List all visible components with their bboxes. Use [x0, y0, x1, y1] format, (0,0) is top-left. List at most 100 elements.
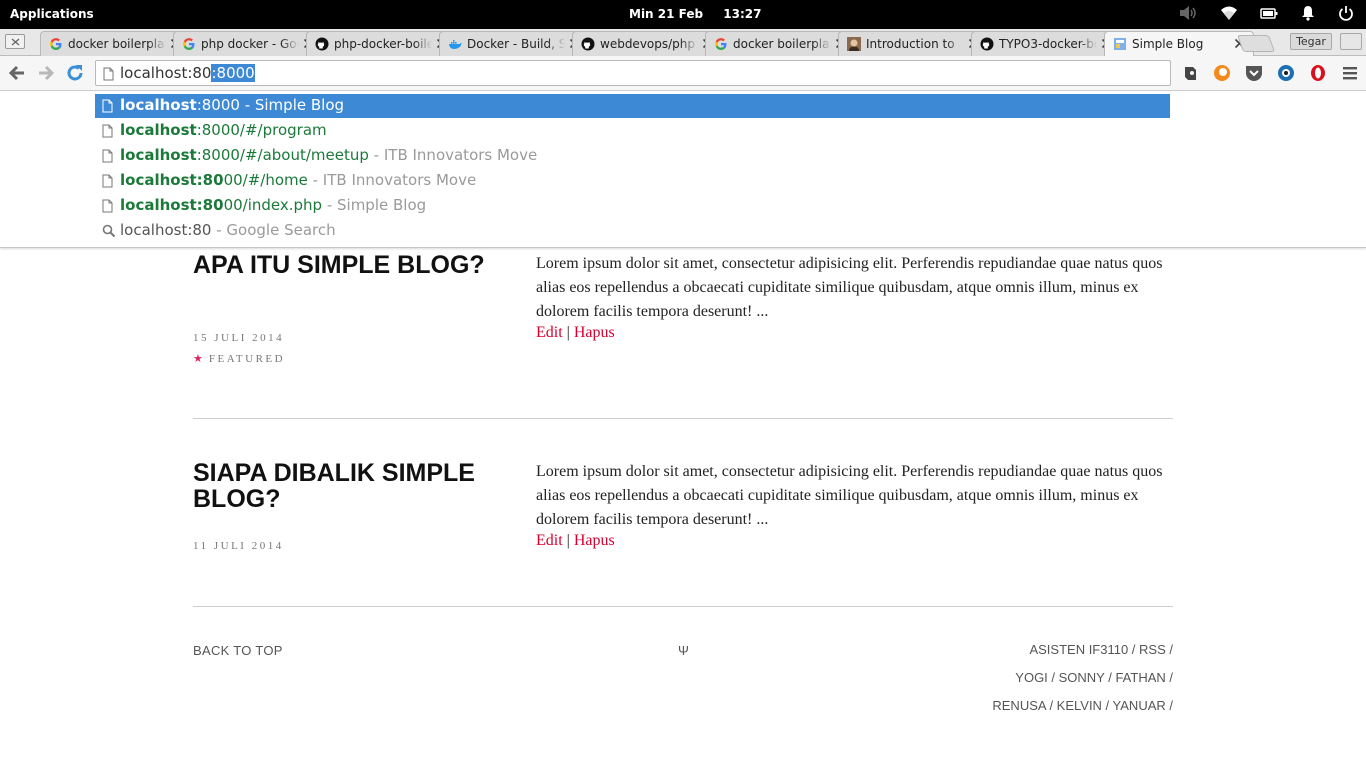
action-separator: | [566, 532, 570, 549]
clock-date: Min 21 Feb [629, 7, 704, 21]
suggestion-description: - ITB Innovators Move [368, 146, 538, 164]
suggestion-description: - Simple Blog [322, 196, 427, 214]
clock-time: 13:27 [723, 7, 762, 21]
new-tab-button[interactable] [1236, 35, 1276, 52]
suggestion-query: localhost:80 [120, 221, 212, 239]
tab-title: docker boilerplate [68, 37, 166, 51]
suggestion-url-match: localhost:80 [120, 196, 224, 214]
tab-title: docker boilerplate [733, 37, 831, 51]
address-typed: localhost:80 [120, 64, 212, 82]
browser-toolbar: localhost:80:8000 [0, 56, 1366, 91]
delete-link[interactable]: Hapus [574, 324, 615, 341]
back-arrow-icon [8, 65, 24, 81]
suggestion-item[interactable]: localhost:8000/#/home - ITB Innovators M… [95, 169, 1170, 193]
battery-icon[interactable] [1260, 5, 1278, 21]
opera-extension-icon[interactable] [1308, 63, 1328, 83]
post-date: 15 JULI 2014 [193, 332, 285, 344]
tab[interactable]: webdevops/php [572, 31, 722, 56]
suggestion-description: - Simple Blog [239, 96, 345, 114]
search-icon [102, 224, 116, 238]
page-icon [103, 67, 114, 81]
suggestion-text: localhost:80 - Google Search [120, 221, 336, 239]
eye-extension-icon[interactable] [1276, 63, 1296, 83]
divider [193, 606, 1173, 607]
page-icon [102, 199, 113, 213]
page-icon [102, 174, 113, 188]
tab-title: php docker - Google [201, 37, 299, 51]
action-separator: | [566, 324, 570, 341]
evernote-extension-icon[interactable] [1180, 63, 1200, 83]
back-to-top-link[interactable]: BACK TO TOP [193, 643, 283, 658]
window-close-button[interactable] [5, 34, 25, 49]
post-excerpt: Lorem ipsum dolor sit amet, consectetur … [536, 255, 1163, 320]
suggestion-url-match: localhost [120, 146, 197, 164]
suggestion-item[interactable]: localhost:8000/#/about/meetup - ITB Inno… [95, 144, 1170, 168]
forward-arrow-icon [39, 65, 55, 81]
clock[interactable]: Min 21 Feb 13:27 [629, 7, 761, 21]
volume-icon[interactable] [1178, 5, 1198, 21]
tab[interactable]: docker boilerplate [705, 31, 855, 56]
tab-strip: docker boilerplate php docker - Google php… [0, 29, 1366, 56]
tab-title: php-docker-boilerplate [334, 37, 432, 51]
tab[interactable]: Docker - Build, Ship [439, 31, 589, 56]
tab[interactable]: docker boilerplate [40, 31, 190, 56]
profile-button[interactable]: Tegar [1290, 33, 1332, 50]
suggestion-item[interactable]: localhost:8000 - Simple Blog [95, 94, 1170, 118]
menu-icon[interactable] [1340, 63, 1360, 83]
back-button[interactable] [6, 62, 28, 84]
suggestion-text: localhost:8000/#/about/meetup - ITB Inno… [120, 146, 537, 164]
reload-button[interactable] [64, 62, 86, 84]
tab[interactable]: Introduction to [838, 31, 988, 56]
footer-symbol: Ψ [678, 643, 690, 658]
featured-label: FEATURED [208, 353, 286, 365]
suggestion-url-match: localhost [120, 121, 197, 139]
omnibox-suggestions: localhost:8000 - Simple Blog localhost:80… [0, 91, 1366, 248]
suggestion-item[interactable]: localhost:8000/index.php - Simple Blog [95, 194, 1170, 218]
firefox-extension-icon[interactable] [1212, 63, 1232, 83]
address-bar[interactable]: localhost:80:8000 [95, 60, 1171, 86]
address-text[interactable]: localhost:80:8000 [120, 64, 255, 82]
reload-icon [67, 65, 83, 81]
pocket-extension-icon[interactable] [1244, 63, 1264, 83]
footer-credits: ASISTEN IF3110 / RSS / YOGI / SONNY / FA… [992, 636, 1173, 720]
google-icon [182, 37, 196, 51]
tab[interactable]: TYPO3-docker-boilerplate [971, 31, 1121, 56]
wifi-icon[interactable] [1220, 5, 1238, 21]
delete-link[interactable]: Hapus [574, 532, 615, 549]
suggestion-text: localhost:8000/#/program [120, 121, 327, 139]
tab[interactable]: php-docker-boilerplate [306, 31, 456, 56]
tab-title: webdevops/php [600, 37, 698, 51]
tab-title: Simple Blog [1132, 37, 1230, 51]
edit-link[interactable]: Edit [536, 324, 563, 341]
notification-bell-icon[interactable] [1300, 5, 1316, 21]
os-top-panel: Applications Min 21 Feb 13:27 [0, 0, 1366, 29]
suggestion-description: - ITB Innovators Move [307, 171, 477, 189]
post-title[interactable]: SIAPA DIBALIK SIMPLE BLOG? [193, 460, 513, 512]
suggestion-item[interactable]: localhost:8000/#/program [95, 119, 1170, 143]
tab[interactable]: Simple Blog [1104, 31, 1254, 56]
tab-title: TYPO3-docker-boilerplate [999, 37, 1097, 51]
address-autocomplete: :8000 [211, 64, 255, 82]
edit-link[interactable]: Edit [536, 532, 563, 549]
forward-button[interactable] [35, 62, 57, 84]
suggestion-text: localhost:8000/#/home - ITB Innovators M… [120, 171, 476, 189]
suggestion-url: :8000/#/about/meetup [196, 146, 369, 164]
window-restore-button[interactable] [1340, 33, 1362, 50]
suggestion-url: 00/#/home [223, 171, 308, 189]
suggestion-url-match: localhost:80 [120, 171, 224, 189]
page-icon [102, 99, 113, 113]
suggestion-item[interactable]: localhost:80 - Google Search [95, 219, 1170, 243]
tab[interactable]: php docker - Google [173, 31, 323, 56]
credits-line[interactable]: YOGI / SONNY / FATHAN / [992, 664, 1173, 692]
github-icon [581, 37, 595, 51]
docker-icon [448, 37, 462, 51]
suggestion-url-match: localhost [120, 96, 197, 114]
power-icon[interactable] [1338, 5, 1354, 21]
suggestion-url: :8000 [196, 96, 240, 114]
credits-line[interactable]: RENUSA / KELVIN / YANUAR / [992, 692, 1173, 720]
avatar-icon [847, 37, 861, 51]
credits-line[interactable]: ASISTEN IF3110 / RSS / [992, 636, 1173, 664]
post-title[interactable]: APA ITU SIMPLE BLOG? [193, 252, 503, 278]
applications-menu[interactable]: Applications [10, 7, 94, 21]
post-actions: Edit | Hapus [536, 532, 615, 550]
